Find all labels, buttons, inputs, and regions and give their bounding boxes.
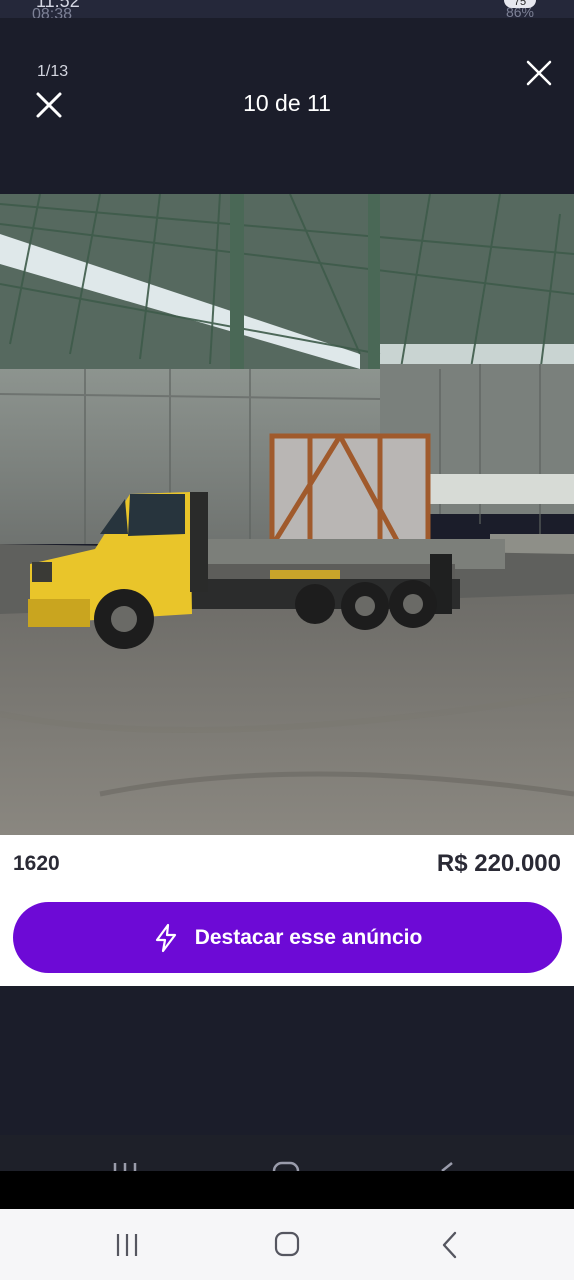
listing-photo[interactable] (0, 194, 574, 835)
home-icon (274, 1231, 300, 1257)
back-icon (442, 1231, 457, 1259)
highlight-ad-button[interactable]: Destacar esse anúncio (13, 902, 562, 973)
recents-icon (116, 1234, 138, 1256)
lightning-bolt-icon (155, 923, 176, 952)
gallery-title: 10 de 11 (243, 90, 331, 116)
back-button[interactable] (430, 1229, 470, 1261)
close-button-right[interactable] (524, 58, 554, 88)
battery-badge: 75 (504, 0, 536, 8)
ghost-status-bar: 11:52 08:38 86% 75 (0, 0, 574, 18)
listing-price: R$ 220.000 (436, 850, 561, 877)
status-time-bottom: 08:38 (32, 6, 73, 18)
listing-model: 1620 (13, 852, 60, 875)
home-button[interactable] (267, 1229, 307, 1261)
recents-button[interactable] (107, 1229, 147, 1261)
highlight-ad-label: Destacar esse anúncio (194, 925, 423, 949)
system-navigation-bar (0, 1209, 574, 1280)
close-icon (526, 60, 552, 86)
image-counter: 1/13 (37, 63, 69, 80)
screen-gap (0, 1171, 574, 1209)
ghost-navigation-bar (0, 1135, 574, 1171)
